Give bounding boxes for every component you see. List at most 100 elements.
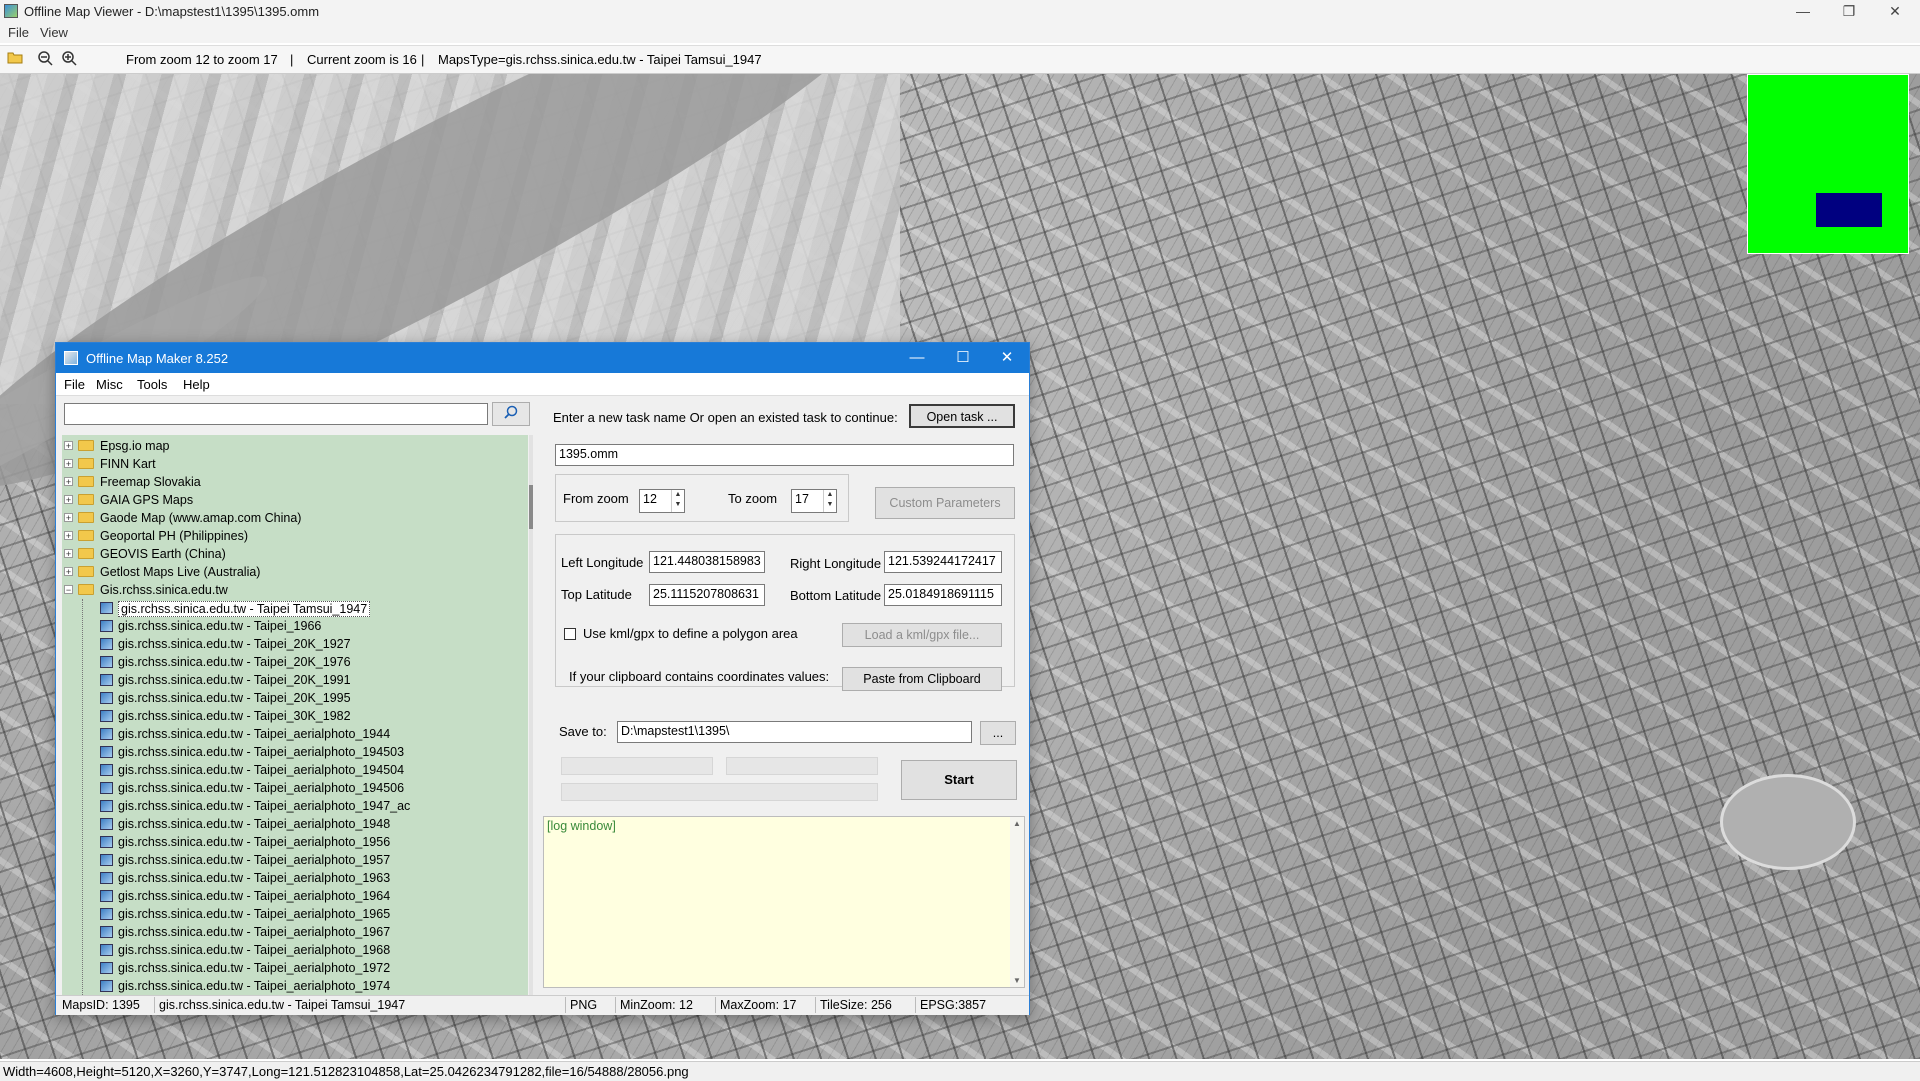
dialog-menu-tools[interactable]: Tools [137,377,167,392]
search-button[interactable] [492,402,530,426]
open-task-button[interactable]: Open task ... [909,404,1015,428]
tree-folder[interactable]: + GAIA GPS Maps [62,491,522,509]
from-zoom-value: 12 [643,492,657,506]
tree-folder[interactable]: + Epsg.io map [62,437,522,455]
menu-file[interactable]: File [8,25,29,40]
tree-map-item[interactable]: gis.rchss.sinica.edu.tw - Taipei_aerialp… [62,869,522,887]
start-button[interactable]: Start [901,760,1017,800]
tree-scrollbar-thumb[interactable] [529,485,533,529]
custom-parameters-button[interactable]: Custom Parameters [875,487,1015,519]
expand-icon[interactable]: + [64,549,73,559]
open-folder-icon[interactable] [6,50,24,68]
tree-map-item[interactable]: gis.rchss.sinica.edu.tw - Taipei_20K_192… [62,635,522,653]
kml-checkbox[interactable] [564,628,576,640]
map-source-tree[interactable]: + Epsg.io map + FINN Kart + Freemap Slovakia +… [62,435,528,995]
save-path-input[interactable]: D:\mapstest1\1395\ [617,721,972,743]
tree-map-label: gis.rchss.sinica.edu.tw - Taipei_20K_199… [118,691,351,705]
to-zoom-label: To zoom [728,491,778,506]
tree-scrollbar[interactable] [529,435,533,995]
minimize-button[interactable]: — [1780,0,1826,22]
map-icon [100,620,113,632]
tree-map-item[interactable]: gis.rchss.sinica.edu.tw - Taipei Tamsui_… [62,599,522,617]
tree-map-item[interactable]: gis.rchss.sinica.edu.tw - Taipei_aerialp… [62,725,522,743]
tree-folder-expanded[interactable]: − Gis.rchss.sinica.edu.tw [62,581,522,599]
zoom-out-icon[interactable] [36,50,54,68]
tree-folder[interactable]: + GEOVIS Earth (China) [62,545,522,563]
tree-map-item[interactable]: gis.rchss.sinica.edu.tw - Taipei_aerialp… [62,905,522,923]
to-zoom-spin-arrows[interactable]: ▲ ▼ [823,490,836,512]
map-search-input[interactable] [64,403,488,425]
tree-map-item[interactable]: gis.rchss.sinica.edu.tw - Taipei_20K_199… [62,671,522,689]
close-button[interactable]: ✕ [1872,0,1918,22]
load-kml-button[interactable]: Load a kml/gpx file... [842,623,1002,647]
tree-map-item[interactable]: gis.rchss.sinica.edu.tw - Taipei_aerialp… [62,815,522,833]
dialog-close-button[interactable]: ✕ [984,343,1030,373]
tree-map-item[interactable]: gis.rchss.sinica.edu.tw - Taipei_aerialp… [62,941,522,959]
tree-map-item[interactable]: gis.rchss.sinica.edu.tw - Taipei_aerialp… [62,959,522,977]
bottom-latitude-input[interactable]: 25.0184918691115 [884,584,1002,606]
dialog-minimize-button[interactable]: — [894,343,940,373]
tree-map-item[interactable]: gis.rchss.sinica.edu.tw - Taipei_aerialp… [62,743,522,761]
folder-icon [78,566,94,577]
tree-map-item[interactable]: gis.rchss.sinica.edu.tw - Taipei_aerialp… [62,761,522,779]
dialog-menu-help[interactable]: Help [183,377,210,392]
status-max-zoom: MaxZoom: 17 [720,998,797,1012]
tree-folder[interactable]: + Freemap Slovakia [62,473,522,491]
tree-map-item[interactable]: gis.rchss.sinica.edu.tw - Taipei_aerialp… [62,851,522,869]
right-longitude-input[interactable]: 121.539244172417 [884,551,1002,573]
tree-map-item[interactable]: gis.rchss.sinica.edu.tw - Taipei_aerialp… [62,779,522,797]
tree-folder[interactable]: + Gaode Map (www.amap.com China) [62,509,522,527]
status-format: PNG [570,998,598,1012]
folder-icon [78,458,94,469]
minimap-viewport[interactable] [1816,193,1882,227]
log-scrollbar[interactable]: ▲ ▼ [1010,817,1024,987]
tree-map-item[interactable]: gis.rchss.sinica.edu.tw - Taipei_20K_199… [62,689,522,707]
dialog-menu-file[interactable]: File [64,377,85,392]
tree-map-label: gis.rchss.sinica.edu.tw - Taipei_aerialp… [118,817,391,831]
task-name-input[interactable]: 1395.omm [555,444,1014,466]
dialog-title-bar: Offline Map Maker 8.252 — ☐ ✕ [56,343,1029,373]
log-window[interactable]: [log window] ▲ ▼ [543,816,1025,988]
expand-icon[interactable]: + [64,477,73,487]
tree-map-item[interactable]: gis.rchss.sinica.edu.tw - Taipei_1966 [62,617,522,635]
restore-button[interactable]: ❐ [1826,0,1872,22]
from-zoom-spin-arrows[interactable]: ▲ ▼ [671,490,684,512]
tree-map-item[interactable]: gis.rchss.sinica.edu.tw - Taipei_aerialp… [62,833,522,851]
map-maker-dialog: Offline Map Maker 8.252 — ☐ ✕ File Misc … [55,342,1030,1015]
expand-icon[interactable]: + [64,441,73,451]
dialog-menu-misc[interactable]: Misc [96,377,123,392]
from-zoom-spinner[interactable]: 12 ▲ ▼ [639,489,685,513]
left-longitude-input[interactable]: 121.448038158983 [649,551,765,573]
expand-icon[interactable]: + [64,531,73,541]
collapse-icon[interactable]: − [64,585,73,595]
left-longitude-label: Left Longitude [561,555,644,570]
tree-map-item[interactable]: gis.rchss.sinica.edu.tw - Taipei_aerialp… [62,887,522,905]
paste-clipboard-button[interactable]: Paste from Clipboard [842,667,1002,691]
folder-icon [78,530,94,541]
expand-icon[interactable]: + [64,459,73,469]
tree-map-item[interactable]: gis.rchss.sinica.edu.tw - Taipei_20K_197… [62,653,522,671]
browse-button[interactable]: ... [980,721,1016,745]
tree-map-label: gis.rchss.sinica.edu.tw - Taipei_aerialp… [118,853,391,867]
tree-folder[interactable]: + Getlost Maps Live (Australia) [62,563,522,581]
zoom-in-icon[interactable] [60,50,78,68]
status-epsg: EPSG:3857 [920,998,987,1012]
tree-map-item[interactable]: gis.rchss.sinica.edu.tw - Taipei_aerialp… [62,797,522,815]
tree-map-item[interactable]: gis.rchss.sinica.edu.tw - Taipei_aerialp… [62,977,522,995]
right-longitude-label: Right Longitude [790,556,882,571]
expand-icon[interactable]: + [64,567,73,577]
tree-folder[interactable]: + Geoportal PH (Philippines) [62,527,522,545]
tree-folder[interactable]: + FINN Kart [62,455,522,473]
expand-icon[interactable]: + [64,495,73,505]
tree-map-label: gis.rchss.sinica.edu.tw - Taipei_aerialp… [118,889,391,903]
tree-map-item[interactable]: gis.rchss.sinica.edu.tw - Taipei_aerialp… [62,923,522,941]
top-latitude-input[interactable]: 25.1115207808631 [649,584,765,606]
expand-icon[interactable]: + [64,513,73,523]
map-icon [100,890,113,902]
minimap[interactable] [1747,74,1909,254]
dialog-maximize-button[interactable]: ☐ [940,343,986,373]
to-zoom-spinner[interactable]: 17 ▲ ▼ [791,489,837,513]
map-icon [100,602,113,614]
menu-view[interactable]: View [40,25,68,40]
tree-map-item[interactable]: gis.rchss.sinica.edu.tw - Taipei_30K_198… [62,707,522,725]
